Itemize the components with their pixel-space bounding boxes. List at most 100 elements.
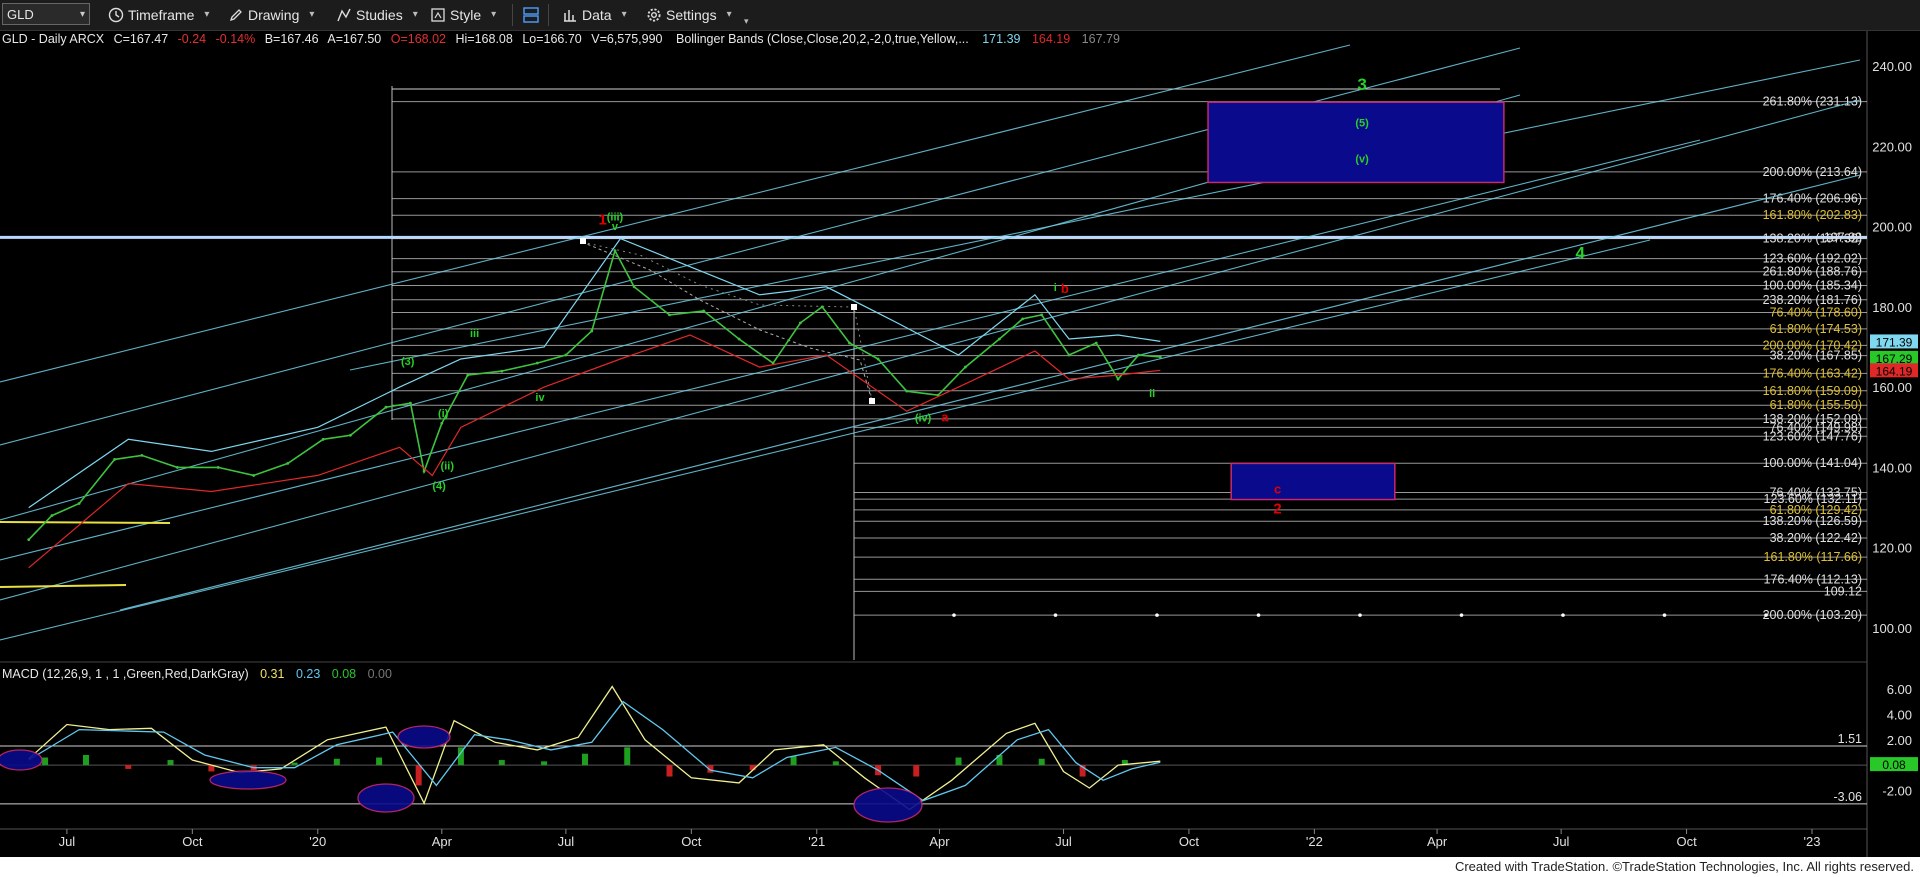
close-price-point	[286, 462, 290, 465]
macd-histogram-bar	[42, 757, 49, 766]
macd-legend-v2: 0.23	[296, 667, 320, 681]
footer: Created with TradeStation. ©TradeStation…	[0, 857, 1920, 877]
fib-level-label: 76.40% (178.60)	[1770, 305, 1862, 319]
close-price-point	[1116, 377, 1120, 381]
macd-legend-v3: 0.08	[332, 667, 356, 681]
wave-label: b	[1061, 281, 1069, 296]
macd-histogram-bar	[498, 760, 505, 766]
price-badge-label: 164.19	[1876, 364, 1913, 378]
wave-label: 4	[1575, 244, 1585, 263]
close-price-point	[1094, 341, 1098, 345]
pivot-marker	[869, 398, 875, 404]
fib-level-label: 61.80% (155.50)	[1770, 398, 1862, 412]
legend-symbol: GLD - Daily ARCX	[2, 32, 105, 46]
legend-last: C=167.47	[114, 32, 169, 46]
fib-level-label: 138.20% (126.59)	[1763, 514, 1862, 528]
price-chart[interactable]: GLD - Daily ARCX C=167.47 -0.24 -0.14% B…	[0, 0, 1920, 877]
x-axis-tick-label: Apr	[929, 834, 950, 849]
macd-badge-label: 0.08	[1882, 758, 1906, 772]
macd-legend-label: MACD (12,26,9, 1 , 1 ,Green,Red,DarkGray…	[2, 667, 249, 681]
projection-dot	[1053, 613, 1058, 617]
macd-axis-tick-label: 6.00	[1887, 682, 1912, 697]
wave-label: iv	[535, 392, 545, 404]
close-price-point	[1040, 313, 1044, 317]
legend-change: -0.24	[178, 32, 207, 46]
price-axis-tick-label: 100.00	[1872, 621, 1912, 636]
fib-level-label: 261.80% (188.76)	[1763, 265, 1862, 279]
x-axis-tick-label: Oct	[1179, 834, 1200, 849]
x-axis-tick-label: '23	[1804, 834, 1821, 849]
macd-histogram-bar	[1038, 758, 1045, 766]
close-price-point	[113, 457, 117, 461]
footer-credit: Created with TradeStation. ©TradeStation…	[1454, 859, 1914, 874]
x-axis-tick-label: Apr	[1427, 834, 1448, 849]
macd-histogram-bar	[376, 757, 383, 766]
macd-histogram-bar	[415, 765, 422, 786]
fib-level-label: 123.60% (192.02)	[1763, 252, 1862, 266]
price-axis-tick-label: 180.00	[1872, 300, 1912, 315]
wave-label: (3)	[401, 356, 415, 368]
price-badge-label: 171.39	[1876, 335, 1913, 349]
projection-dot	[1256, 613, 1261, 617]
wave-label: ii	[1149, 388, 1155, 400]
close-price-point	[702, 309, 705, 313]
chart-legend: GLD - Daily ARCX C=167.47 -0.24 -0.14% B…	[2, 32, 1120, 46]
close-price-point	[1067, 353, 1071, 357]
close-price-point	[632, 285, 636, 289]
fib-level-label: 176.40% (206.96)	[1763, 192, 1862, 206]
close-price-point	[422, 470, 426, 473]
close-price-point	[668, 313, 671, 317]
projection-dot	[1155, 613, 1159, 617]
legend-low: Lo=166.70	[522, 32, 581, 46]
fib-level-label: 138.20% (197.32)	[1763, 232, 1862, 246]
fib-level-label: 261.80% (231.13)	[1763, 95, 1862, 109]
macd-highlight-ellipse	[397, 725, 451, 749]
price-axis-tick-label: 240.00	[1872, 59, 1912, 74]
close-price-point	[535, 361, 539, 365]
wave-label: (v)	[1355, 153, 1369, 165]
price-y-axis: 100.00 120.00 140.00 160.00 180.00 200.00 220.…	[1870, 59, 1918, 636]
chart-background	[0, 31, 1920, 857]
fib-level-label: 200.00% (213.64)	[1763, 165, 1862, 179]
close-price-point	[50, 514, 54, 517]
pivot-marker	[580, 238, 586, 244]
x-axis-tick-label: '22	[1306, 834, 1323, 849]
x-axis-tick-label: Oct	[182, 834, 203, 849]
close-price-point	[500, 369, 504, 373]
wave-label: v	[612, 221, 619, 233]
price-axis-tick-label: 160.00	[1872, 380, 1912, 395]
price-axis-tick-label: 200.00	[1872, 220, 1912, 235]
fib-level-label: 176.40% (163.42)	[1763, 366, 1862, 380]
fib-level-label: 100.00% (185.34)	[1763, 278, 1862, 292]
close-price-point	[27, 538, 31, 542]
macd-legend: MACD (12,26,9, 1 , 1 ,Green,Red,DarkGray…	[2, 667, 392, 681]
macd-histogram-bar	[291, 762, 298, 766]
close-price-point	[905, 389, 909, 393]
macd-histogram-bar	[167, 760, 174, 766]
close-price-point	[77, 502, 81, 505]
legend-bb-lower: 164.19	[1032, 32, 1070, 46]
fib-level-label: 100.00% (141.04)	[1763, 456, 1862, 470]
yellow-trendline	[0, 521, 171, 524]
close-price-point	[1158, 355, 1162, 359]
wave-label: c	[1274, 482, 1281, 497]
close-price-point	[1137, 353, 1140, 357]
legend-bb-upper: 171.39	[982, 32, 1020, 46]
macd-highlight-ellipse	[0, 749, 43, 771]
wave-label: 2	[1273, 501, 1281, 518]
macd-histogram-bar	[624, 747, 631, 766]
macd-highlight-ellipse	[357, 783, 415, 813]
legend-change-pct: -0.14%	[216, 32, 256, 46]
macd-axis-tick-label: -2.00	[1882, 783, 1912, 798]
fib-level-label: 161.80% (159.09)	[1763, 384, 1862, 398]
wave-label: 1	[599, 212, 607, 229]
price-axis-tick-label: 220.00	[1872, 139, 1912, 154]
fib-level-label: 38.20% (122.42)	[1770, 531, 1862, 545]
legend-bid: B=167.46	[265, 32, 319, 46]
macd-histogram-bar	[955, 757, 962, 766]
wave-label: i	[1054, 282, 1057, 294]
legend-open: O=168.02	[391, 32, 446, 46]
close-price-point	[613, 249, 617, 253]
x-axis-tick-label: Jul	[1553, 834, 1570, 849]
macd-legend-v1: 0.31	[260, 667, 284, 681]
